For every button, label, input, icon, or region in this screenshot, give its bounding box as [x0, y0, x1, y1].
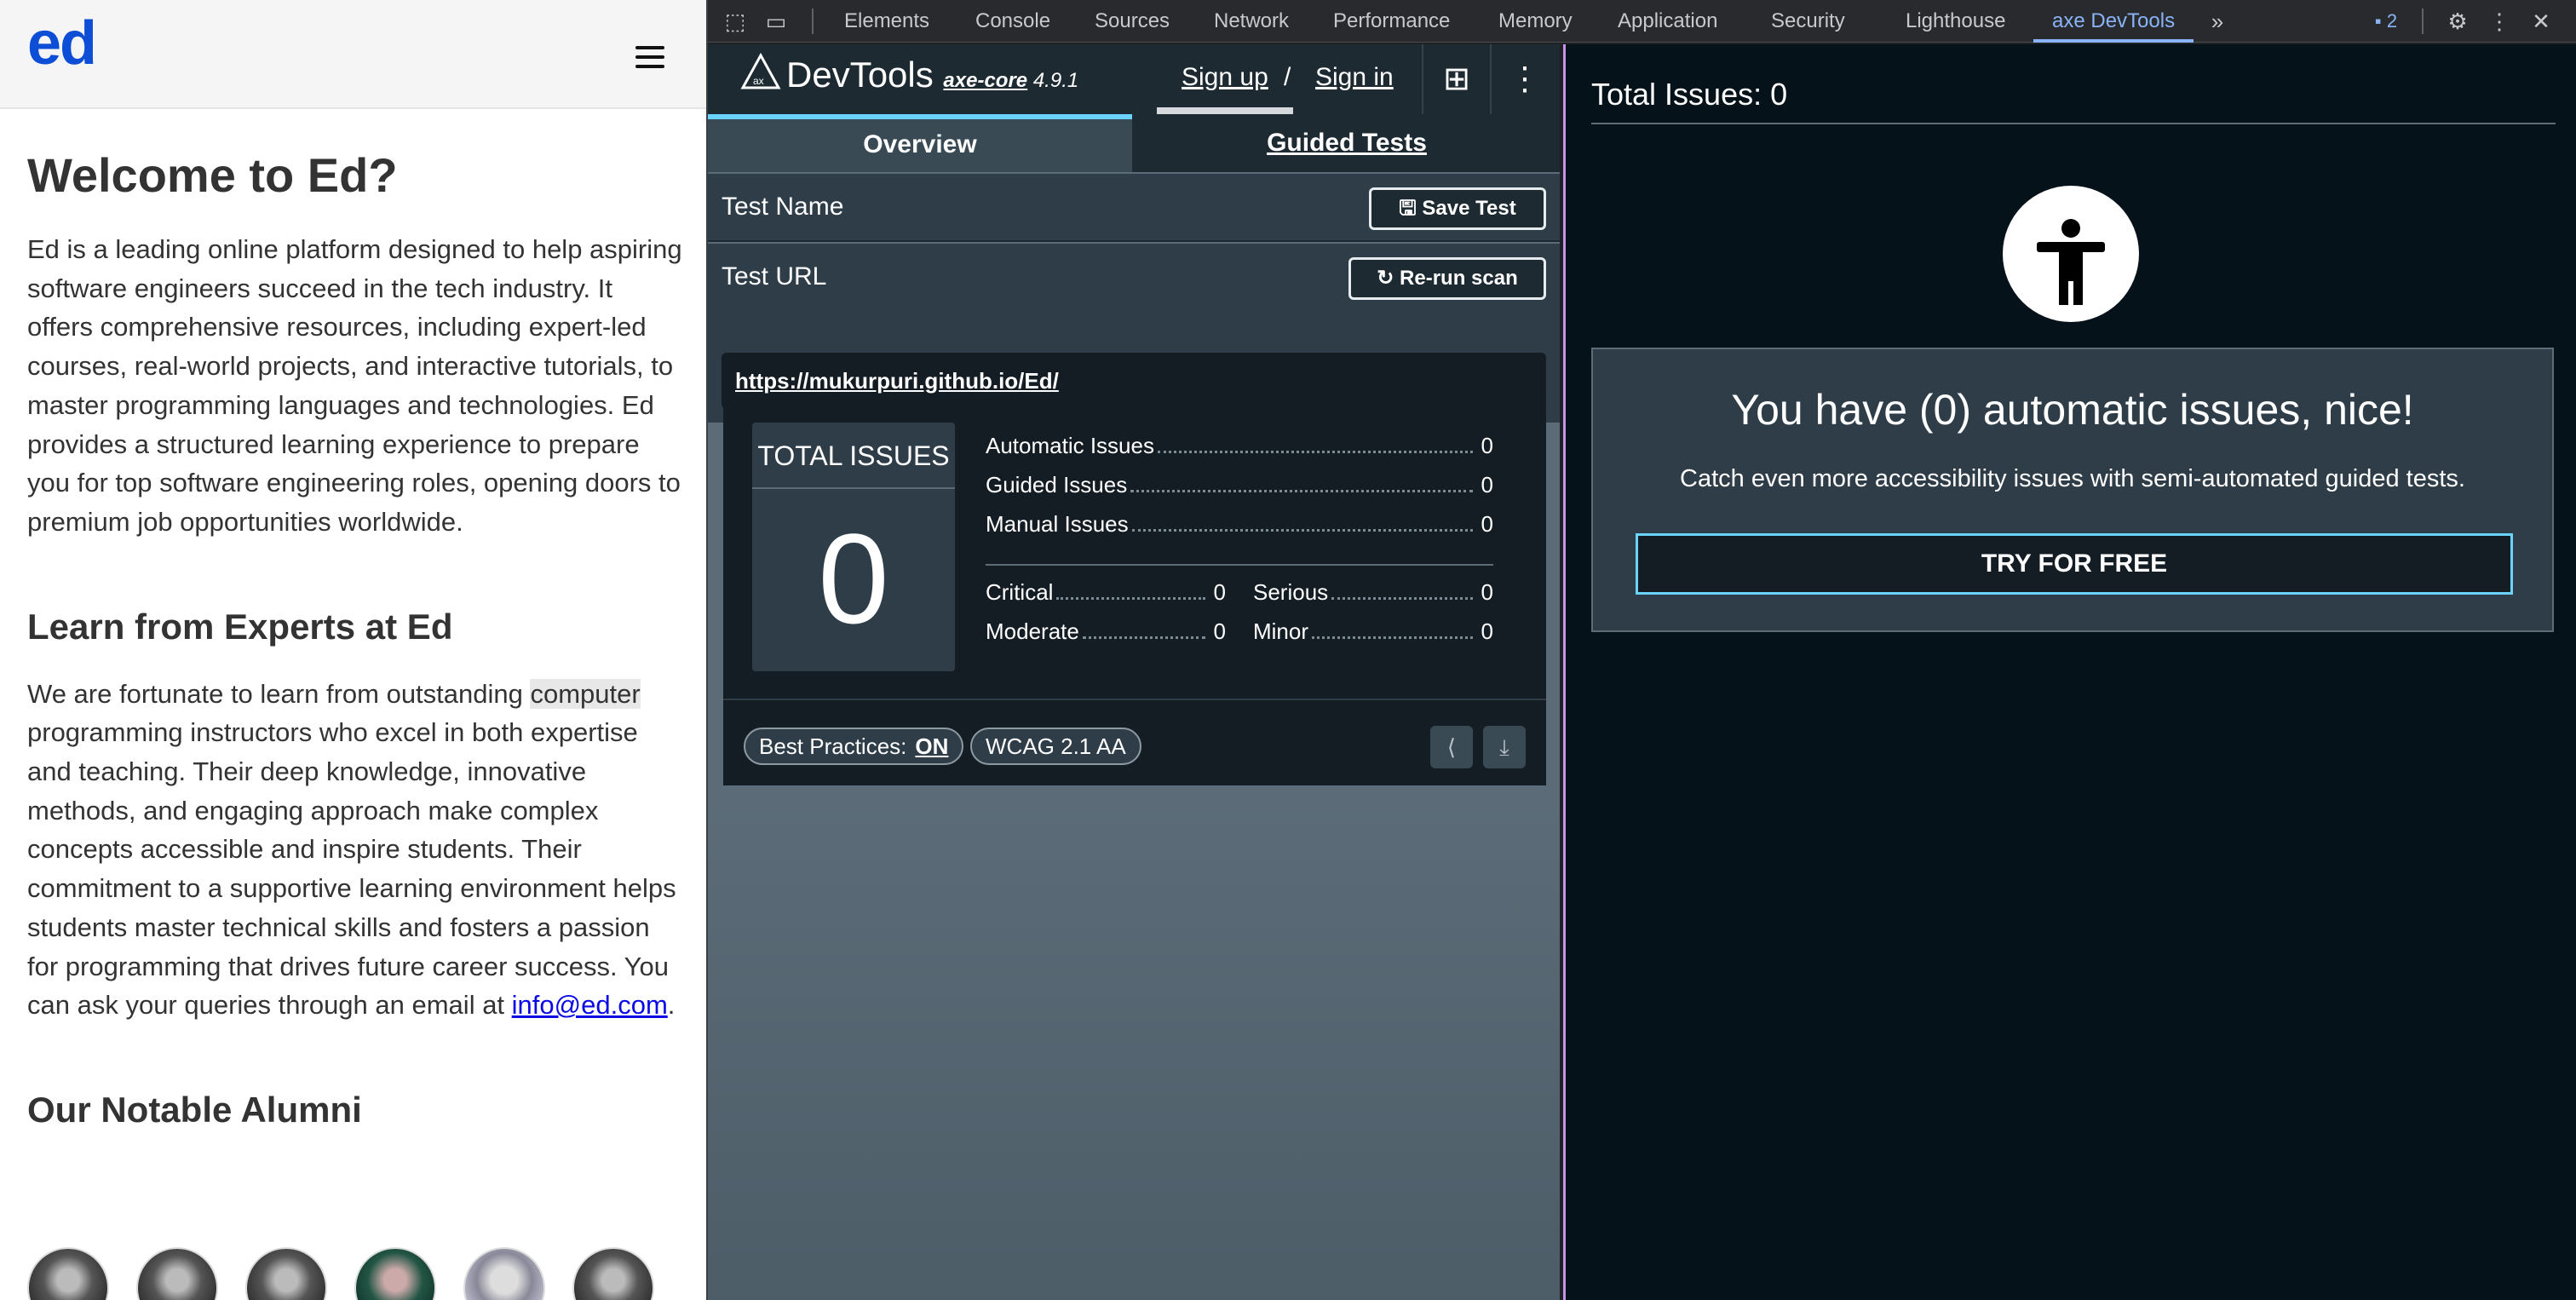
kebab-menu-icon[interactable]: ⋮	[2487, 0, 2512, 43]
tab-memory[interactable]: Memory	[1498, 0, 1573, 43]
alumni-avatar[interactable]	[572, 1247, 654, 1300]
axe-results-panel: Total Issues: 0 You have (0) automatic i…	[1563, 44, 2576, 1300]
test-name-label: Test Name	[722, 193, 844, 221]
alumni-avatar[interactable]	[27, 1247, 109, 1300]
accessibility-icon	[2003, 186, 2139, 322]
issues-count: 2	[2386, 10, 2398, 32]
alumni-avatar[interactable]	[463, 1247, 545, 1300]
page-title: Welcome to Ed?	[27, 148, 398, 202]
sign-up-indicator	[1157, 107, 1293, 114]
minor-stat: Minor 0	[1253, 618, 1493, 644]
tab-sources[interactable]: Sources	[1095, 0, 1170, 43]
serious-stat: Serious 0	[1253, 579, 1493, 605]
share-icon[interactable]: ⟨	[1430, 726, 1473, 768]
experts-paragraph: We are fortunate to learn from outstandi…	[27, 678, 676, 1021]
sign-in-link[interactable]: Sign in	[1315, 63, 1394, 92]
tab-network[interactable]: Network	[1214, 0, 1289, 43]
devtools-tabbar: ⬚ ▭ Elements Console Sources Network Per…	[708, 0, 2576, 43]
devtools-panel: ⬚ ▭ Elements Console Sources Network Per…	[706, 0, 2576, 1300]
tab-lighthouse[interactable]: Lighthouse	[1906, 0, 2005, 43]
tab-performance[interactable]: Performance	[1333, 0, 1450, 43]
auth-separator: /	[1284, 63, 1291, 91]
test-name-row: Test Name 🖫 Save Test	[708, 174, 1560, 242]
email-link[interactable]: info@ed.com	[512, 990, 668, 1020]
settings-gear-icon[interactable]: ⚙	[2441, 0, 2475, 43]
automatic-issues-stat: Automatic Issues 0	[986, 433, 1493, 458]
device-toolbar-icon[interactable]: ▭	[759, 0, 793, 43]
tab-application[interactable]: Application	[1618, 0, 1717, 43]
highlighted-word: computer	[530, 678, 641, 709]
axe-core-link[interactable]: axe-core	[943, 69, 1027, 92]
tab-security[interactable]: Security	[1771, 0, 1845, 43]
manual-issues-stat: Manual Issues 0	[986, 511, 1493, 537]
alumni-avatar[interactable]	[136, 1247, 218, 1300]
wcag-standard-pill[interactable]: WCAG 2.1 AA	[970, 728, 1141, 765]
inspect-element-icon[interactable]: ⬚	[718, 0, 752, 43]
alumni-avatar[interactable]	[245, 1247, 327, 1300]
issues-badge[interactable]: ▪ 2	[2362, 0, 2410, 43]
new-test-icon[interactable]: ⊞	[1422, 44, 1490, 114]
webpage: ed Welcome to Ed? Ed is a leading online…	[0, 0, 706, 1300]
axe-menu-icon[interactable]: ⋮	[1490, 44, 1558, 114]
intro-paragraph: Ed is a leading online platform designed…	[27, 234, 682, 537]
title-divider	[1591, 123, 2556, 124]
alumni-heading: Our Notable Alumni	[27, 1089, 362, 1130]
save-icon: 🖫	[1399, 197, 1417, 220]
close-icon[interactable]: ✕	[2524, 0, 2558, 43]
experts-heading: Learn from Experts at Ed	[27, 606, 453, 647]
critical-stat: Critical 0	[986, 579, 1226, 605]
no-issues-subtitle: Catch even more accessibility issues wit…	[1680, 465, 2465, 492]
refresh-icon: ↻	[1377, 267, 1394, 290]
tab-elements[interactable]: Elements	[844, 0, 929, 43]
download-icon[interactable]: ⤓	[1483, 726, 1526, 768]
test-url-label: Test URL	[722, 262, 827, 290]
menu-icon[interactable]	[635, 46, 664, 68]
no-issues-callout: You have (0) automatic issues, nice! Cat…	[1591, 348, 2554, 632]
no-issues-title: You have (0) automatic issues, nice!	[1731, 386, 2414, 434]
try-for-free-button[interactable]: TRY FOR FREE	[1636, 533, 2513, 595]
rerun-scan-label: Re-run scan	[1400, 267, 1518, 290]
axe-header: ax DevTools axe-core 4.9.1 Sign up / Sign…	[708, 44, 1560, 114]
svg-text:ax: ax	[753, 75, 764, 87]
axe-overview-panel: ax DevTools axe-core 4.9.1 Sign up / Sign…	[708, 44, 1560, 1300]
site-header: ed	[0, 0, 706, 109]
alumni-avatar[interactable]	[354, 1247, 436, 1300]
tab-guided-tests[interactable]: Guided Tests	[1134, 114, 1560, 172]
rerun-scan-button[interactable]: ↻ Re-run scan	[1348, 257, 1546, 300]
axe-brand: ax DevTools axe-core 4.9.1	[740, 52, 1079, 95]
site-logo[interactable]: ed	[27, 9, 97, 78]
best-practices-toggle[interactable]: Best Practices: ON	[744, 728, 964, 765]
total-issues-box: TOTAL ISSUES 0	[752, 423, 955, 671]
save-test-button[interactable]: 🖫 Save Test	[1369, 187, 1546, 230]
save-test-label: Save Test	[1422, 197, 1516, 220]
card-footer: Best Practices: ON WCAG 2.1 AA ⟨ ⤓	[723, 699, 1546, 785]
tab-console[interactable]: Console	[975, 0, 1050, 43]
tab-overview[interactable]: Overview	[708, 114, 1132, 172]
total-issues-count: 0	[818, 507, 889, 650]
sign-up-link[interactable]: Sign up	[1182, 63, 1268, 92]
tab-axe-devtools[interactable]: axe DevTools	[2033, 0, 2194, 43]
moderate-stat: Moderate 0	[986, 618, 1226, 644]
stats-divider	[986, 564, 1493, 566]
guided-issues-stat: Guided Issues 0	[986, 472, 1493, 498]
results-title: Total Issues: 0	[1591, 77, 1788, 112]
axe-tabs: Overview Guided Tests	[708, 114, 1560, 172]
axe-version: 4.9.1	[1032, 69, 1079, 92]
total-issues-label: TOTAL ISSUES	[752, 423, 955, 489]
axe-brand-label: DevTools	[786, 55, 934, 95]
more-tabs-icon[interactable]: »	[2200, 0, 2234, 43]
page-content: Welcome to Ed? Ed is a leading online pl…	[27, 145, 683, 1136]
issues-summary-card: TOTAL ISSUES 0 Automatic Issues 0 Guided …	[723, 394, 1546, 785]
axe-logo-icon: ax	[740, 52, 781, 89]
